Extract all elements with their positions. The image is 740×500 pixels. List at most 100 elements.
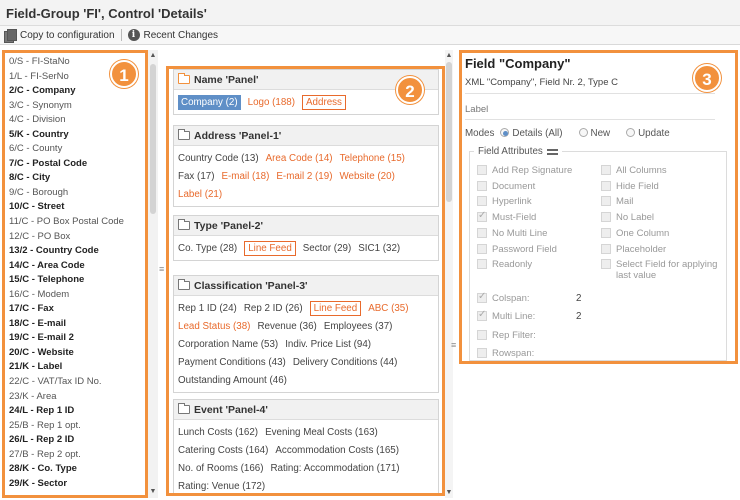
field-list-item[interactable]: 17/C - Fax [9, 302, 145, 317]
field-list-item[interactable]: 20/C - Website [9, 346, 145, 361]
panel-field[interactable]: Indiv. Price List (94) [285, 339, 371, 350]
panel-field-row: Catering Costs (164) Accommodation Costs … [178, 442, 435, 460]
recent-changes-button[interactable]: i Recent Changes [127, 29, 218, 41]
attribute-checkbox[interactable]: Rep Filter: [477, 329, 536, 341]
panel-field[interactable]: Revenue (36) [257, 321, 316, 332]
attribute-checkbox[interactable]: Hide Field [601, 180, 659, 192]
field-list-item[interactable]: 8/C - City [9, 171, 145, 186]
attribute-checkbox[interactable]: Readonly [477, 259, 532, 270]
panel-field[interactable]: No. of Rooms (166) [178, 463, 263, 474]
panel-field[interactable]: Address [302, 95, 346, 110]
attribute-checkbox[interactable]: Multi Line: [477, 309, 535, 322]
attribute-value[interactable]: 2 [576, 293, 581, 304]
panel-field[interactable]: Rating: Accommodation (171) [270, 463, 399, 474]
scrollbar-thumb[interactable] [150, 64, 156, 214]
field-list-item[interactable]: 29/K - Sector [9, 477, 145, 492]
checkbox-icon [477, 227, 487, 238]
field-list-item[interactable]: 16/C - Modem [9, 288, 145, 303]
panel-group-header[interactable]: Classification 'Panel-3' [174, 276, 438, 296]
field-list-item[interactable]: 23/K - Area [9, 390, 145, 405]
attribute-checkbox[interactable]: Mail [601, 196, 633, 207]
panel-field[interactable]: Lead Status (38) [178, 321, 250, 332]
attribute-checkbox[interactable]: Add Rep Signature [477, 165, 572, 176]
panel-field[interactable]: Rep 2 ID (26) [244, 303, 303, 314]
mode-option-details[interactable]: Details (All) [500, 128, 563, 139]
field-list-item[interactable]: 5/K - Country [9, 128, 145, 143]
panel-field[interactable]: Outstanding Amount (46) [178, 375, 287, 386]
panel-field[interactable]: Evening Meal Costs (163) [265, 427, 378, 438]
field-list-item[interactable]: 11/C - PO Box Postal Code [9, 215, 145, 230]
copy-to-configuration-button[interactable]: Copy to configuration [4, 29, 115, 43]
mode-option-update[interactable]: Update [626, 128, 670, 139]
field-list-item[interactable]: 14/C - Area Code [9, 259, 145, 274]
panel-field[interactable]: Company (2) [178, 95, 241, 110]
panel-field[interactable]: Logo (188) [248, 97, 295, 108]
attribute-checkbox[interactable]: No Multi Line [477, 227, 547, 239]
attribute-checkbox[interactable]: One Column [601, 227, 669, 239]
panel-group-header[interactable]: Type 'Panel-2' [174, 216, 438, 236]
panel-field[interactable]: ABC (35) [368, 303, 408, 314]
panel-group-header[interactable]: Event 'Panel-4' [174, 400, 438, 420]
panel-field[interactable]: Corporation Name (53) [178, 339, 278, 350]
scroll-up-icon[interactable]: ▲ [149, 52, 157, 60]
attribute-checkbox[interactable]: Must-Field [477, 210, 536, 223]
field-list-item[interactable]: 21/K - Label [9, 360, 145, 375]
right-splitter[interactable]: ≡ [450, 50, 458, 498]
panel-field[interactable]: Rating: Venue (172) [178, 481, 265, 492]
line-feed-marker[interactable]: Line Feed [244, 241, 296, 256]
panel-field[interactable]: Country Code (13) [178, 153, 259, 164]
field-list-item[interactable]: 9/C - Borough [9, 186, 145, 201]
mode-option-new[interactable]: New [578, 128, 610, 139]
field-list-item[interactable]: 15/C - Telephone [9, 273, 145, 288]
panel-field[interactable]: Sector (29) [303, 243, 351, 254]
field-list-item[interactable]: 19/C - E-mail 2 [9, 331, 145, 346]
attribute-checkbox[interactable]: No Label [601, 212, 654, 223]
menu-icon[interactable] [546, 148, 558, 155]
field-list-item[interactable]: 3/C - Synonym [9, 99, 145, 114]
field-list-item[interactable]: 4/C - Division [9, 113, 145, 128]
attribute-checkbox[interactable]: Colspan: [477, 291, 530, 304]
line-feed-marker[interactable]: Line Feed [309, 301, 362, 316]
panel-field[interactable]: Catering Costs (164) [178, 445, 268, 456]
field-list-scrollbar[interactable]: ▲ ▼ [148, 50, 158, 498]
panel-field[interactable]: E-mail (18) [221, 171, 269, 182]
attribute-value[interactable]: 2 [576, 311, 581, 322]
panel-field[interactable]: Rep 1 ID (24) [178, 303, 237, 314]
attribute-checkbox[interactable]: Document [477, 180, 535, 192]
field-list-item[interactable]: 24/L - Rep 1 ID [9, 404, 145, 419]
attribute-checkbox[interactable]: Select Field for applying last value [601, 259, 726, 281]
panel-field[interactable]: E-mail 2 (19) [276, 171, 332, 182]
panel-field[interactable]: Area Code (14) [266, 153, 333, 164]
field-list-item[interactable]: 25/B - Rep 1 opt. [9, 419, 145, 434]
panel-field[interactable]: Telephone (15) [340, 153, 405, 164]
panel-field[interactable]: Employees (37) [324, 321, 393, 332]
panel-field[interactable]: Label (21) [178, 189, 222, 200]
field-list-item[interactable]: 27/B - Rep 2 opt. [9, 448, 145, 463]
panel-field[interactable]: Delivery Conditions (44) [293, 357, 398, 368]
field-list-item[interactable]: 28/K - Co. Type [9, 462, 145, 477]
field-list-item[interactable]: 6/C - County [9, 142, 145, 157]
folder-icon [178, 219, 190, 230]
attribute-checkbox[interactable]: Placeholder [601, 243, 666, 255]
panel-group-header[interactable]: Address 'Panel-1' [174, 126, 438, 146]
attribute-checkbox[interactable]: Hyperlink [477, 196, 532, 207]
field-list-item[interactable]: 18/C - E-mail [9, 317, 145, 332]
panel-field[interactable]: Co. Type (28) [178, 243, 237, 254]
field-list-item[interactable]: 22/C - VAT/Tax ID No. [9, 375, 145, 390]
field-list-item[interactable]: 12/C - PO Box [9, 230, 145, 245]
field-list-item[interactable]: 7/C - Postal Code [9, 157, 145, 172]
panel-field[interactable]: Fax (17) [178, 171, 214, 182]
panel-field[interactable]: Lunch Costs (162) [178, 427, 258, 438]
field-list-item[interactable]: 13/2 - Country Code [9, 244, 145, 259]
panel-field[interactable]: Website (20) [339, 171, 394, 182]
scroll-down-icon[interactable]: ▼ [149, 488, 157, 496]
left-splitter[interactable]: ≡ [158, 50, 166, 498]
panel-field[interactable]: Accommodation Costs (165) [275, 445, 399, 456]
panel-field[interactable]: Payment Conditions (43) [178, 357, 286, 368]
attribute-checkbox[interactable]: Password Field [477, 243, 557, 255]
field-list-item[interactable]: 10/C - Street [9, 200, 145, 215]
attribute-checkbox[interactable]: Rowspan: [477, 347, 534, 359]
panel-field[interactable]: SIC1 (32) [358, 243, 400, 254]
attribute-checkbox[interactable]: All Columns [601, 165, 667, 176]
field-list-item[interactable]: 26/L - Rep 2 ID [9, 433, 145, 448]
